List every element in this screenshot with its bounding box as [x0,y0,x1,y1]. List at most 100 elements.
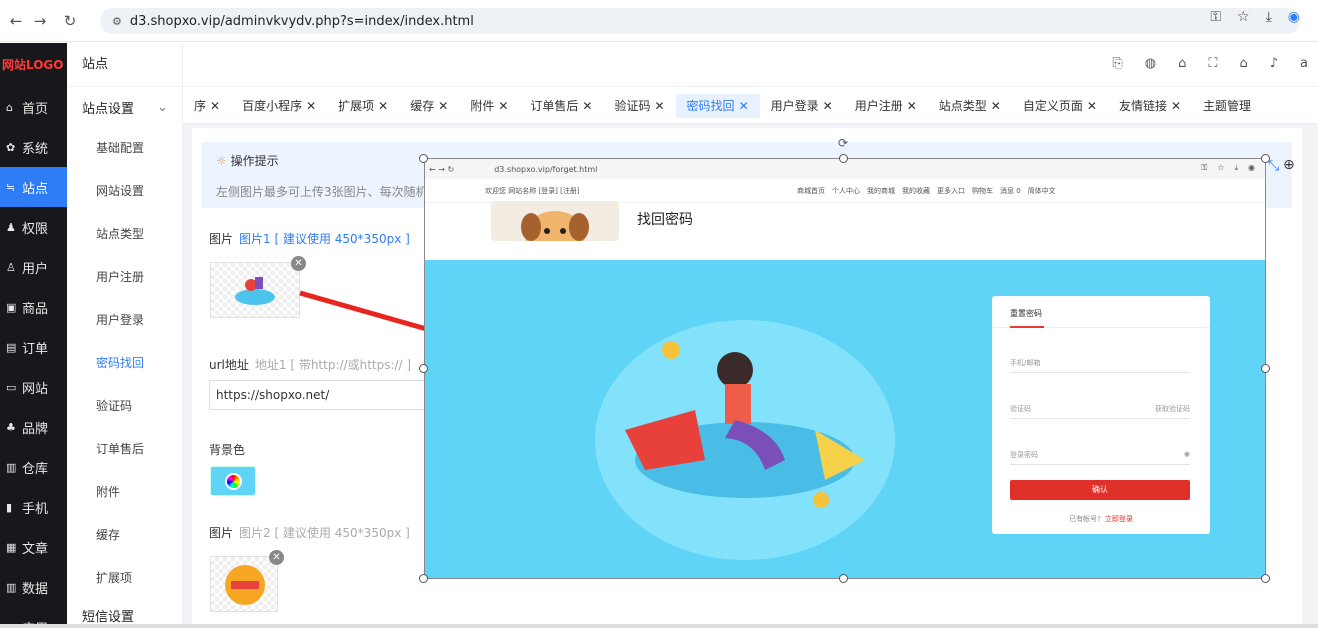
sidebar-item-site[interactable]: ≒ 站点 [0,167,67,207]
tab-partial[interactable]: 序 ✕ [183,94,231,118]
submenu-item-aftersale[interactable]: 订单售后 [67,428,182,471]
tab-aftersale[interactable]: 订单售后 ✕ [519,94,603,118]
close-icon[interactable]: ✕ [991,99,1001,113]
tab-extension[interactable]: 扩展项 ✕ [327,94,399,118]
sidebar-item-user[interactable]: ♙ 用户 [0,247,67,287]
url-input[interactable]: https://shopxo.net/ [209,380,429,410]
submenu-item-site-type[interactable]: 站点类型 [67,213,182,256]
reload-icon[interactable]: ↻ [58,12,82,30]
resize-handle-br[interactable] [1261,574,1270,583]
close-icon[interactable]: ✕ [306,99,316,113]
tab-cache[interactable]: 缓存 ✕ [399,94,459,118]
account-initial[interactable]: a [1300,56,1308,71]
bell-icon[interactable]: ♪ [1270,56,1278,71]
tab-captcha[interactable]: 验证码 ✕ [603,94,675,118]
sidebar-item-label: 系统 [22,141,49,157]
home-icon: ⌂ [6,100,13,114]
sidebar-item-label: 品牌 [22,421,49,437]
submenu-item-cache[interactable]: 缓存 [67,514,182,557]
submenu-group-site-settings[interactable]: 站点设置 ⌄ [67,87,182,127]
home-icon[interactable]: ⌂ [1239,56,1247,71]
sidebar-item-home[interactable]: ⌂ 首页 [0,87,67,127]
tab-baidu-mini[interactable]: 百度小程序 ✕ [231,94,327,118]
tab-site-type[interactable]: 站点类型 ✕ [928,94,1012,118]
close-icon[interactable]: ✕ [438,99,448,113]
collapse-arrows-icon[interactable]: ⤡ [1268,158,1279,174]
remove-icon[interactable]: ✕ [291,256,306,271]
site-logo: 网站LOGO [2,58,64,72]
add-plus-icon[interactable]: ⊕ [1283,157,1295,173]
submenu-item-forget-password[interactable]: 密码找回 [67,342,182,385]
sidebar-item-data[interactable]: ▥ 数据 [0,567,67,607]
preview-nav-home: 商城首页 [797,186,825,195]
sidebar-item-phone[interactable]: ▮ 手机 [0,487,67,527]
close-icon[interactable]: ✕ [823,99,833,113]
tab-register[interactable]: 用户注册 ✕ [844,94,928,118]
sidebar-item-warehouse[interactable]: ▥ 仓库 [0,447,67,487]
tab-forget-password[interactable]: 密码找回 ✕ [675,93,760,118]
brand-icon: ♣ [6,420,16,434]
has-account-text: 已有帐号? [1069,515,1101,523]
sidebar-item-permission[interactable]: ♟ 权限 [0,207,67,247]
image1-thumbnail[interactable]: ✕ [210,256,306,318]
sidebar-item-system[interactable]: ✿ 系统 [0,127,67,167]
download-icon[interactable]: ⤓ [1266,9,1272,25]
tab-label: 密码找回 [686,98,735,113]
close-icon[interactable]: ✕ [210,99,220,113]
address-bar[interactable]: ⚙ d3.shopxo.vip/adminvkvydv.php?s=index/… [100,8,1300,34]
close-icon[interactable]: ✕ [1171,99,1181,113]
resize-handle-ml[interactable] [419,364,428,373]
password-key-icon[interactable]: ⚿ [1210,9,1221,25]
submenu-item-website[interactable]: 网站设置 [67,170,182,213]
translate-icon[interactable]: ⎘ [1112,56,1122,71]
theme-icon[interactable]: ◍ [1145,56,1156,71]
remove-icon[interactable]: ✕ [269,550,284,565]
close-icon[interactable]: ✕ [654,99,664,113]
rocket-girl-thumb [235,277,275,305]
preview-screenshot[interactable]: ← → ↻ d3.shopxo.vip/forget.html ⚿ ☆ ⤓ ◉ 欢迎您… [424,158,1266,579]
bookmark-star-icon[interactable]: ☆ [1237,9,1250,25]
tab-theme[interactable]: 主题管理 [1192,94,1262,118]
rotate-handle-icon[interactable]: ⟳ [838,136,848,150]
login-link: 立即登录 [1104,515,1133,523]
back-icon[interactable]: ← [4,12,28,30]
submenu-item-login[interactable]: 用户登录 [67,299,182,342]
field-hint: 图片1 [ 建议使用 450*350px ] [239,232,410,246]
resize-handle-tc[interactable] [839,154,848,163]
close-icon[interactable]: ✕ [739,99,749,113]
field-label: 图片 [209,232,234,246]
forward-icon[interactable]: → [28,12,52,30]
tab-links[interactable]: 友情链接 ✕ [1108,94,1192,118]
submenu-item-basic[interactable]: 基础配置 [67,127,182,170]
close-icon[interactable]: ✕ [378,99,388,113]
sidebar-item-article[interactable]: ▦ 文章 [0,527,67,567]
submenu-item-attachment[interactable]: 附件 [67,471,182,514]
submenu-item-extension[interactable]: 扩展项 [67,557,182,600]
submenu-item-captcha[interactable]: 验证码 [67,385,182,428]
close-icon[interactable]: ✕ [1087,99,1097,113]
sidebar-item-website[interactable]: ▭ 网站 [0,367,67,407]
close-icon[interactable]: ✕ [582,99,592,113]
site-settings-icon[interactable]: ⚙ [112,15,122,28]
tab-custom-page[interactable]: 自定义页面 ✕ [1012,94,1108,118]
store-icon[interactable]: ⌂ [1178,56,1186,71]
submenu-item-register[interactable]: 用户注册 [67,256,182,299]
resize-handle-tl[interactable] [419,154,428,163]
fullscreen-icon[interactable]: ⛶ [1208,56,1217,71]
tab-login[interactable]: 用户登录 ✕ [760,94,844,118]
image2-thumbnail[interactable]: ✕ [210,550,284,612]
resize-handle-mr[interactable] [1261,364,1270,373]
sidebar-item-goods[interactable]: ▣ 商品 [0,287,67,327]
sidebar-item-brand[interactable]: ♣ 品牌 [0,407,67,447]
resize-handle-bl[interactable] [419,574,428,583]
profile-icon[interactable]: ◉ [1288,9,1300,25]
close-icon[interactable]: ✕ [498,99,508,113]
resize-handle-bc[interactable] [839,574,848,583]
color-wheel-icon [225,473,242,490]
color-picker-button[interactable] [210,466,256,496]
tab-attachment[interactable]: 附件 ✕ [459,94,519,118]
sidebar-item-order[interactable]: ▤ 订单 [0,327,67,367]
close-icon[interactable]: ✕ [907,99,917,113]
horizontal-scrollbar[interactable] [0,624,1318,628]
sidebar-item-label: 首页 [22,101,49,117]
